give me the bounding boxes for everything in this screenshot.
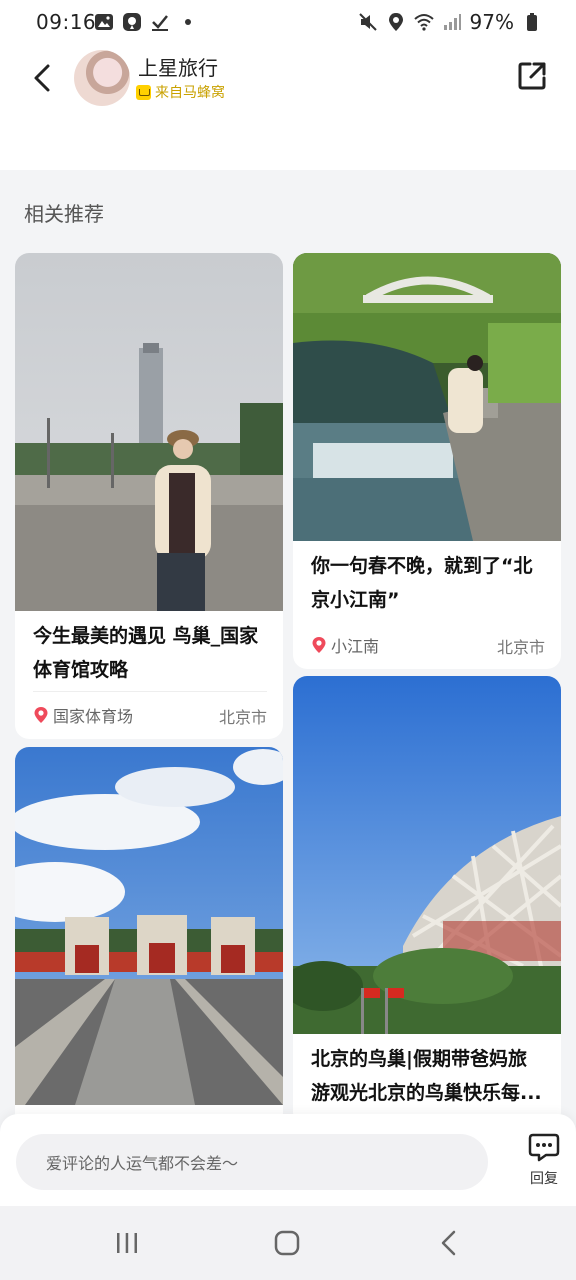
back-nav-icon[interactable] bbox=[434, 1228, 464, 1258]
battery-icon bbox=[527, 13, 537, 31]
battery-percent: 97% bbox=[469, 10, 514, 34]
card-image bbox=[15, 747, 283, 1105]
location-name: 国家体育场 bbox=[53, 707, 134, 726]
back-arrow-icon[interactable] bbox=[28, 60, 56, 96]
card-title: 北京的鸟巢|假期带爸妈旅游观光北京的鸟巢快乐每... bbox=[311, 1048, 542, 1104]
card-divider bbox=[33, 691, 267, 692]
recent-apps-icon[interactable] bbox=[112, 1228, 142, 1258]
recommend-card[interactable]: 今生最美的遇见 鸟巢_国家体育馆攻略 国家体育场 北京市 bbox=[15, 253, 283, 739]
home-icon[interactable] bbox=[272, 1228, 302, 1258]
avatar[interactable] bbox=[74, 50, 130, 106]
card-title: 今生最美的遇见 鸟巢_国家体育馆攻略 bbox=[33, 625, 259, 681]
card-image bbox=[293, 253, 561, 541]
card-image bbox=[15, 253, 283, 611]
card-city: 北京市 bbox=[218, 708, 267, 727]
dot-icon bbox=[185, 19, 191, 25]
wifi-icon bbox=[413, 14, 434, 31]
reply-chat-icon bbox=[528, 1133, 560, 1162]
comment-input[interactable]: 爱评论的人运气都不会差～ bbox=[16, 1134, 488, 1190]
status-time: 09:16 bbox=[36, 10, 97, 34]
reply-button[interactable]: 回复 bbox=[524, 1132, 564, 1188]
source-text: 来自马蜂窝 bbox=[155, 85, 225, 101]
location-pin-icon bbox=[312, 637, 326, 653]
share-icon[interactable] bbox=[516, 60, 548, 92]
map-app-icon bbox=[123, 13, 141, 31]
location-icon bbox=[388, 13, 403, 31]
location-pin-icon bbox=[34, 707, 48, 723]
status-right: 97% bbox=[358, 10, 542, 34]
mafengwo-icon bbox=[136, 84, 151, 100]
signal-icon bbox=[443, 14, 461, 30]
header: 上星旅行 来自马蜂窝 bbox=[0, 46, 576, 170]
source-label: 来自马蜂窝 bbox=[136, 82, 225, 102]
page-title: 上星旅行 bbox=[138, 56, 218, 80]
card-image bbox=[293, 676, 561, 1034]
comment-placeholder: 爱评论的人运气都不会差～ bbox=[46, 1154, 239, 1173]
reply-label: 回复 bbox=[530, 1171, 558, 1187]
card-location[interactable]: 小江南 bbox=[311, 633, 379, 657]
comment-bar: 爱评论的人运气都不会差～ 回复 bbox=[0, 1114, 576, 1206]
card-title: 你一句春不晚，就到了“北京小江南” bbox=[311, 555, 533, 611]
navigation-bar bbox=[0, 1206, 576, 1280]
card-location[interactable]: 国家体育场 bbox=[33, 703, 133, 727]
recommend-card[interactable]: 你一句春不晚，就到了“北京小江南” 小江南 北京市 bbox=[293, 253, 561, 669]
section-title: 相关推荐 bbox=[24, 202, 104, 226]
card-city: 北京市 bbox=[496, 638, 545, 657]
recommend-card[interactable] bbox=[15, 747, 283, 1127]
notification-icons bbox=[94, 12, 198, 32]
recommend-card[interactable]: 北京的鸟巢|假期带爸妈旅游观光北京的鸟巢快乐每... bbox=[293, 676, 561, 1126]
status-bar: 09:16 97% bbox=[0, 0, 576, 46]
mute-icon bbox=[358, 13, 377, 31]
location-name: 小江南 bbox=[331, 637, 380, 656]
gallery-icon bbox=[95, 14, 113, 30]
check-icon bbox=[152, 15, 168, 31]
